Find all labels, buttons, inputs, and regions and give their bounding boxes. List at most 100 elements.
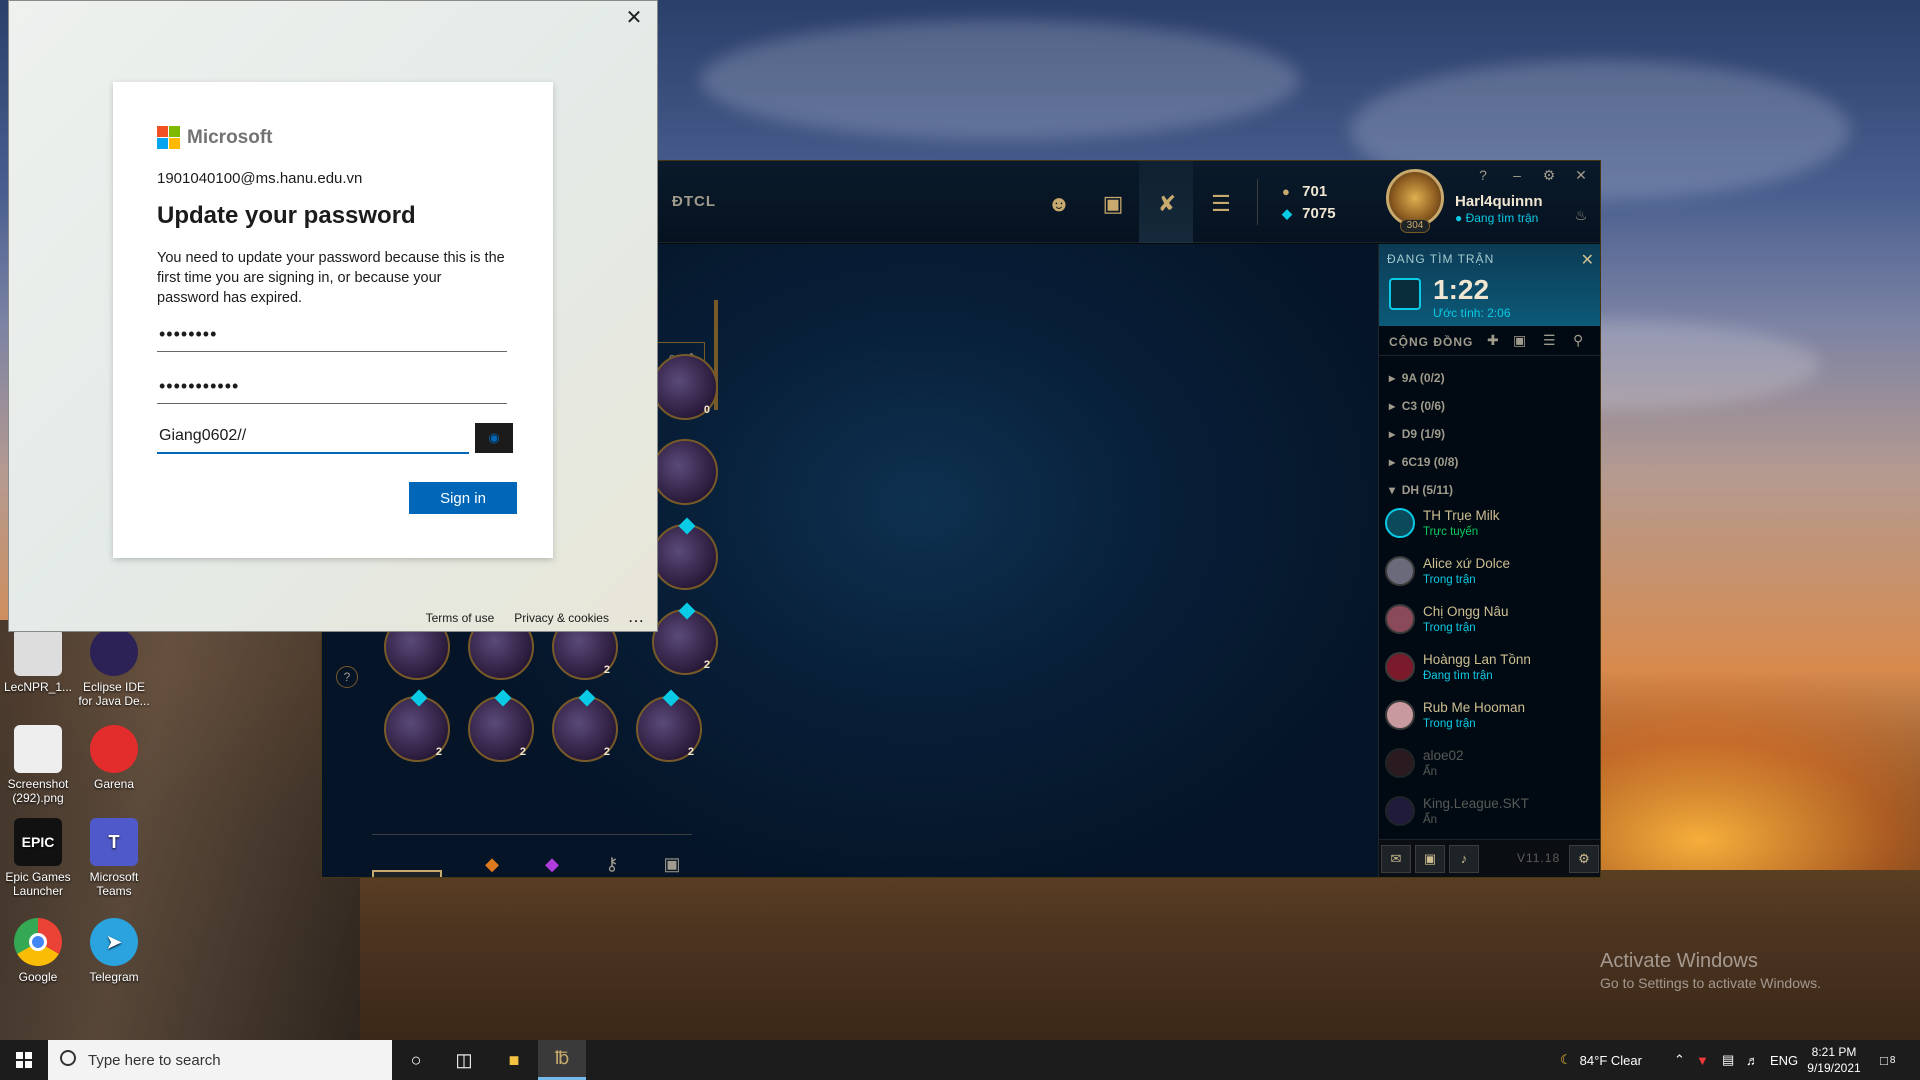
collection-icon[interactable]: ▣: [1098, 189, 1128, 219]
more-options-button[interactable]: ...: [629, 611, 645, 625]
add-friend-icon[interactable]: ✚: [1487, 332, 1499, 349]
store-icon[interactable]: ☰: [1206, 189, 1236, 219]
help-icon[interactable]: ?: [336, 666, 358, 688]
weather-widget[interactable]: ☾ 84°F Clear: [1560, 1040, 1642, 1080]
bug-report-icon[interactable]: ⚙: [1569, 845, 1599, 873]
desktop-icon-lecnpr[interactable]: LecNPR_1...: [0, 628, 76, 694]
loot-tile[interactable]: 2: [384, 689, 450, 762]
search-icon[interactable]: ⚲: [1573, 332, 1583, 349]
start-button[interactable]: [0, 1040, 48, 1080]
summoner-status[interactable]: ● Đang tìm trận: [1455, 211, 1538, 225]
notifications-button[interactable]: □ 8: [1880, 1040, 1895, 1080]
loot-tile[interactable]: 2: [636, 689, 702, 762]
desktop-icon-epic[interactable]: EPIC Epic Games Launcher: [0, 818, 76, 898]
close-button[interactable]: ✕: [1572, 167, 1590, 184]
task-view-icon[interactable]: ◫: [440, 1040, 488, 1080]
friend-group[interactable]: ▸ 6C19 (0/8): [1389, 455, 1458, 469]
friend-group[interactable]: ▸ D9 (1/9): [1389, 427, 1445, 441]
craft-chest-button[interactable]: + ▣: [372, 870, 442, 877]
friend-group[interactable]: ▸ C3 (0/6): [1389, 399, 1445, 413]
volume-icon[interactable]: ♬: [1746, 1040, 1759, 1080]
bell-icon[interactable]: ♨: [1572, 207, 1590, 224]
group-label: DH (5/11): [1401, 483, 1454, 497]
close-icon[interactable]: ✕: [621, 7, 647, 29]
network-icon[interactable]: ▤: [1722, 1040, 1734, 1080]
sign-in-button[interactable]: Sign in: [409, 482, 517, 514]
microphone-icon[interactable]: ♪: [1449, 845, 1479, 873]
show-hidden-icons[interactable]: ⌃: [1674, 1040, 1685, 1080]
show-password-icon[interactable]: ◉: [475, 423, 513, 453]
desktop-icon-label: Google: [18, 970, 58, 984]
friend-group[interactable]: ▸ 9A (0/2): [1389, 371, 1445, 385]
epic-games-icon: EPIC: [14, 818, 62, 866]
desktop-icon-screenshot[interactable]: Screenshot (292).png: [0, 725, 76, 805]
desktop-icon-label: Garena: [93, 777, 135, 791]
key-icon: ⚷: [605, 854, 619, 874]
desktop-icon-telegram[interactable]: ➤ Telegram: [76, 918, 152, 984]
friend-name: King.League.SKT: [1423, 796, 1529, 811]
blue-essence[interactable]: ● 701: [1282, 183, 1327, 200]
friend-item[interactable]: TH Trụe Milk Trực tuyến: [1379, 500, 1593, 548]
friend-item[interactable]: Hoàngg Lan Tồnn Đang tìm trận: [1379, 644, 1593, 692]
friend-status: Ẩn: [1423, 814, 1438, 826]
loot-tile[interactable]: 0: [652, 354, 718, 420]
watermark-line-2: Go to Settings to activate Windows.: [1600, 975, 1821, 991]
loot-chests[interactable]: ▣ 0: [657, 854, 687, 877]
chevron-down-icon: ▾: [1389, 483, 1396, 497]
language-indicator[interactable]: ENG: [1770, 1040, 1798, 1080]
help-button[interactable]: ?: [1474, 167, 1492, 183]
desktop-icon-label: Eclipse IDE for Java De...: [78, 680, 150, 708]
current-password-field[interactable]: [157, 318, 507, 352]
list-icon[interactable]: ☰: [1543, 332, 1556, 349]
terms-link[interactable]: Terms of use: [426, 611, 495, 625]
moon-icon: ☾: [1560, 1052, 1572, 1067]
vivaldi-icon[interactable]: ▼: [1696, 1040, 1709, 1080]
avatar: [1385, 748, 1415, 778]
avatar: [1385, 508, 1415, 538]
loot-divider: [372, 834, 692, 835]
desktop-icon-garena[interactable]: Garena: [76, 725, 152, 791]
loot-tile-count: 2: [603, 746, 610, 758]
settings-button[interactable]: ⚙: [1540, 167, 1558, 184]
friend-item[interactable]: King.League.SKT Ẩn: [1379, 788, 1593, 836]
riot-points[interactable]: ◆ 7075: [1282, 205, 1336, 222]
tab-tft[interactable]: ĐTCL: [672, 193, 716, 210]
confirm-password-field[interactable]: [157, 420, 469, 454]
loot-tile-count: 2: [435, 746, 442, 758]
queue-status-box: ĐANG TÌM TRẬN ✕ 1:22 Ước tính: 2:06: [1379, 244, 1600, 326]
friend-item[interactable]: Chị Ongg Nâu Trong trận: [1379, 596, 1593, 644]
desktop-icon-chrome[interactable]: Google: [0, 918, 76, 984]
missions-icon[interactable]: ▣: [1415, 845, 1445, 873]
summoner-name[interactable]: Harl4quinnn: [1455, 193, 1543, 210]
friend-name: Alice xứ Dolce: [1423, 556, 1511, 571]
taskbar-search-input[interactable]: Type here to search: [48, 1040, 392, 1080]
cancel-queue-button[interactable]: ✕: [1581, 250, 1594, 270]
chat-icon[interactable]: ✉: [1381, 845, 1411, 873]
loot-keys[interactable]: ⚷ 3: [597, 854, 627, 877]
loot-tile[interactable]: [652, 439, 718, 505]
cloud: [700, 20, 1300, 140]
minimize-button[interactable]: –: [1508, 167, 1526, 183]
loot-tile[interactable]: [652, 517, 718, 590]
new-password-field[interactable]: [157, 370, 507, 404]
clock[interactable]: 8:21 PM 9/19/2021: [1804, 1044, 1864, 1076]
privacy-link[interactable]: Privacy & cookies: [514, 611, 609, 625]
profile-icon[interactable]: ☻: [1044, 189, 1074, 219]
cortana-icon[interactable]: ○: [392, 1040, 440, 1080]
league-client-taskbar-icon[interactable]: ℔: [538, 1040, 586, 1080]
loot-orange-essence[interactable]: ◆ 371: [477, 854, 507, 877]
loot-icon[interactable]: ✘: [1152, 189, 1182, 219]
friend-group-expanded[interactable]: ▾ DH (5/11): [1389, 483, 1453, 497]
image-file-icon: [14, 628, 62, 676]
friend-item[interactable]: aloe02 Ẩn: [1379, 740, 1593, 788]
friend-item[interactable]: Alice xứ Dolce Trong trận: [1379, 548, 1593, 596]
loot-tile[interactable]: 2: [552, 689, 618, 762]
desktop-icon-teams[interactable]: T Microsoft Teams: [76, 818, 152, 898]
add-folder-icon[interactable]: ▣: [1513, 332, 1526, 349]
loot-tile[interactable]: 2: [468, 689, 534, 762]
loot-tile[interactable]: 2: [652, 602, 718, 675]
friend-item[interactable]: Rub Me Hooman Trong trận: [1379, 692, 1593, 740]
file-explorer-icon[interactable]: ■: [490, 1040, 538, 1080]
loot-mythic-essence[interactable]: ◆ 8: [537, 854, 567, 877]
desktop-icon-eclipse[interactable]: Eclipse IDE for Java De...: [76, 628, 152, 708]
